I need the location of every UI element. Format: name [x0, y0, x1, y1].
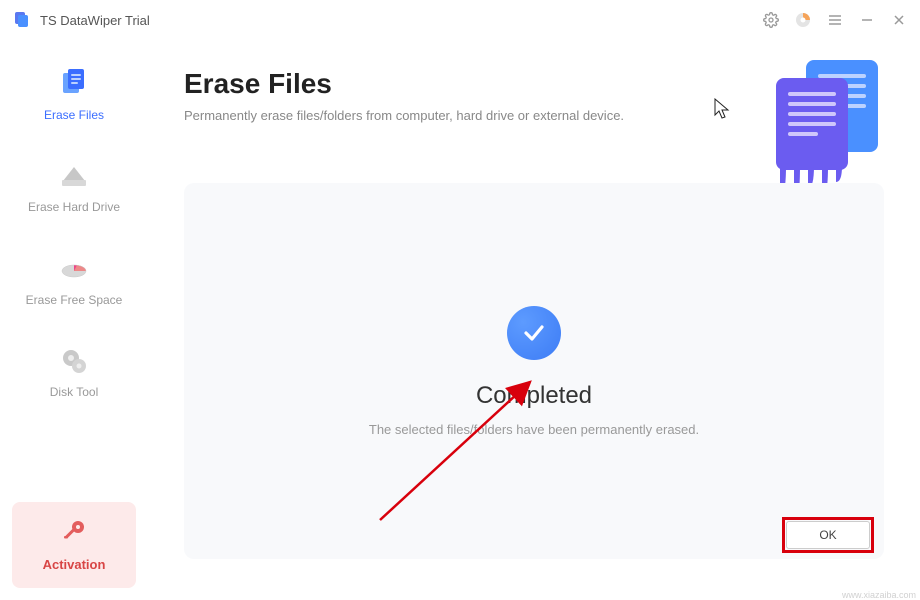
documents-illustration-icon: [768, 56, 888, 176]
activation-label: Activation: [43, 557, 106, 572]
sidebar-item-erase-files[interactable]: Erase Files: [10, 54, 138, 134]
app-logo-icon: [12, 10, 32, 30]
key-icon: [61, 518, 87, 549]
disk-tool-icon: [56, 343, 92, 379]
titlebar: TS DataWiper Trial: [0, 0, 920, 40]
success-check-icon: [507, 306, 561, 360]
sidebar-item-label: Disk Tool: [50, 385, 98, 399]
result-panel: Completed The selected files/folders hav…: [184, 183, 884, 559]
menu-icon[interactable]: [826, 11, 844, 29]
sidebar-item-label: Erase Files: [44, 108, 104, 122]
main-content: Erase Files Permanently erase files/fold…: [148, 40, 920, 600]
close-icon[interactable]: [890, 11, 908, 29]
sidebar-item-label: Erase Free Space: [26, 293, 123, 307]
disc-icon[interactable]: [794, 11, 812, 29]
status-message: The selected files/folders have been per…: [369, 422, 699, 437]
sidebar-item-erase-hard-drive[interactable]: Erase Hard Drive: [10, 146, 138, 226]
sidebar-item-label: Erase Hard Drive: [28, 200, 120, 214]
ok-button[interactable]: OK: [786, 521, 870, 549]
erase-hard-drive-icon: [56, 158, 92, 194]
erase-files-icon: [56, 66, 92, 102]
titlebar-actions: [762, 11, 908, 29]
sidebar: Erase Files Erase Hard Drive Erase F: [0, 40, 148, 600]
erase-free-space-icon: [56, 251, 92, 287]
status-title: Completed: [476, 382, 592, 410]
settings-icon[interactable]: [762, 11, 780, 29]
main-header: Erase Files Permanently erase files/fold…: [184, 68, 884, 123]
sidebar-item-disk-tool[interactable]: Disk Tool: [10, 331, 138, 411]
sidebar-item-activation[interactable]: Activation: [12, 502, 136, 588]
minimize-icon[interactable]: [858, 11, 876, 29]
sidebar-item-erase-free-space[interactable]: Erase Free Space: [10, 239, 138, 319]
app-title: TS DataWiper Trial: [40, 13, 150, 28]
